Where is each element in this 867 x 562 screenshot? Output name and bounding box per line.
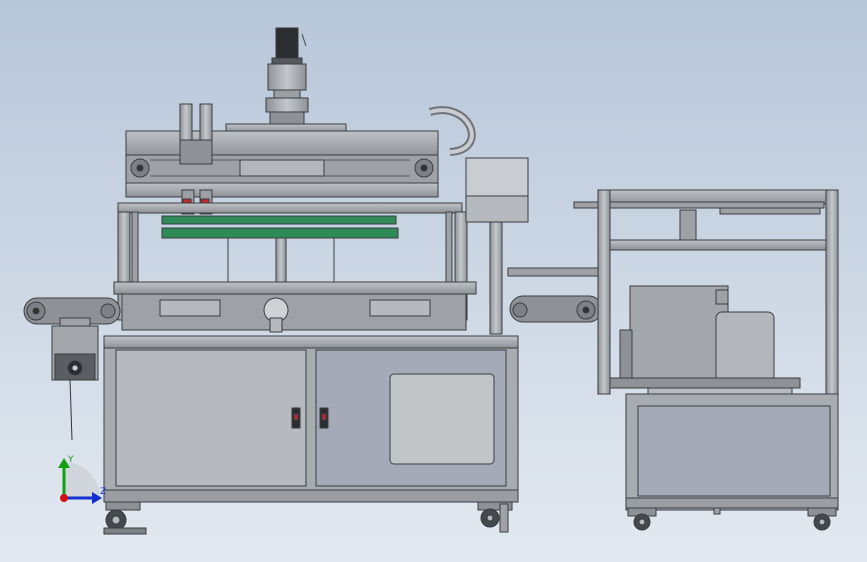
triad-z-label: Z bbox=[100, 487, 106, 497]
door-window bbox=[389, 373, 495, 465]
dryer-post-left bbox=[597, 189, 611, 395]
hood-column bbox=[489, 221, 503, 335]
heater-hood bbox=[629, 285, 729, 385]
print-head-frame bbox=[125, 130, 439, 158]
machine-assembly-view[interactable]: Y Z bbox=[0, 0, 867, 562]
screen-cross-bar bbox=[117, 202, 463, 214]
dryer-belt bbox=[609, 377, 801, 389]
cad-viewport[interactable]: Y Z bbox=[0, 0, 867, 562]
dryer-post-right bbox=[825, 189, 839, 395]
squeegee-blade bbox=[161, 215, 397, 225]
cabinet-door-left[interactable] bbox=[115, 349, 307, 487]
print-table bbox=[113, 281, 477, 295]
triad-y-label: Y bbox=[67, 455, 74, 465]
